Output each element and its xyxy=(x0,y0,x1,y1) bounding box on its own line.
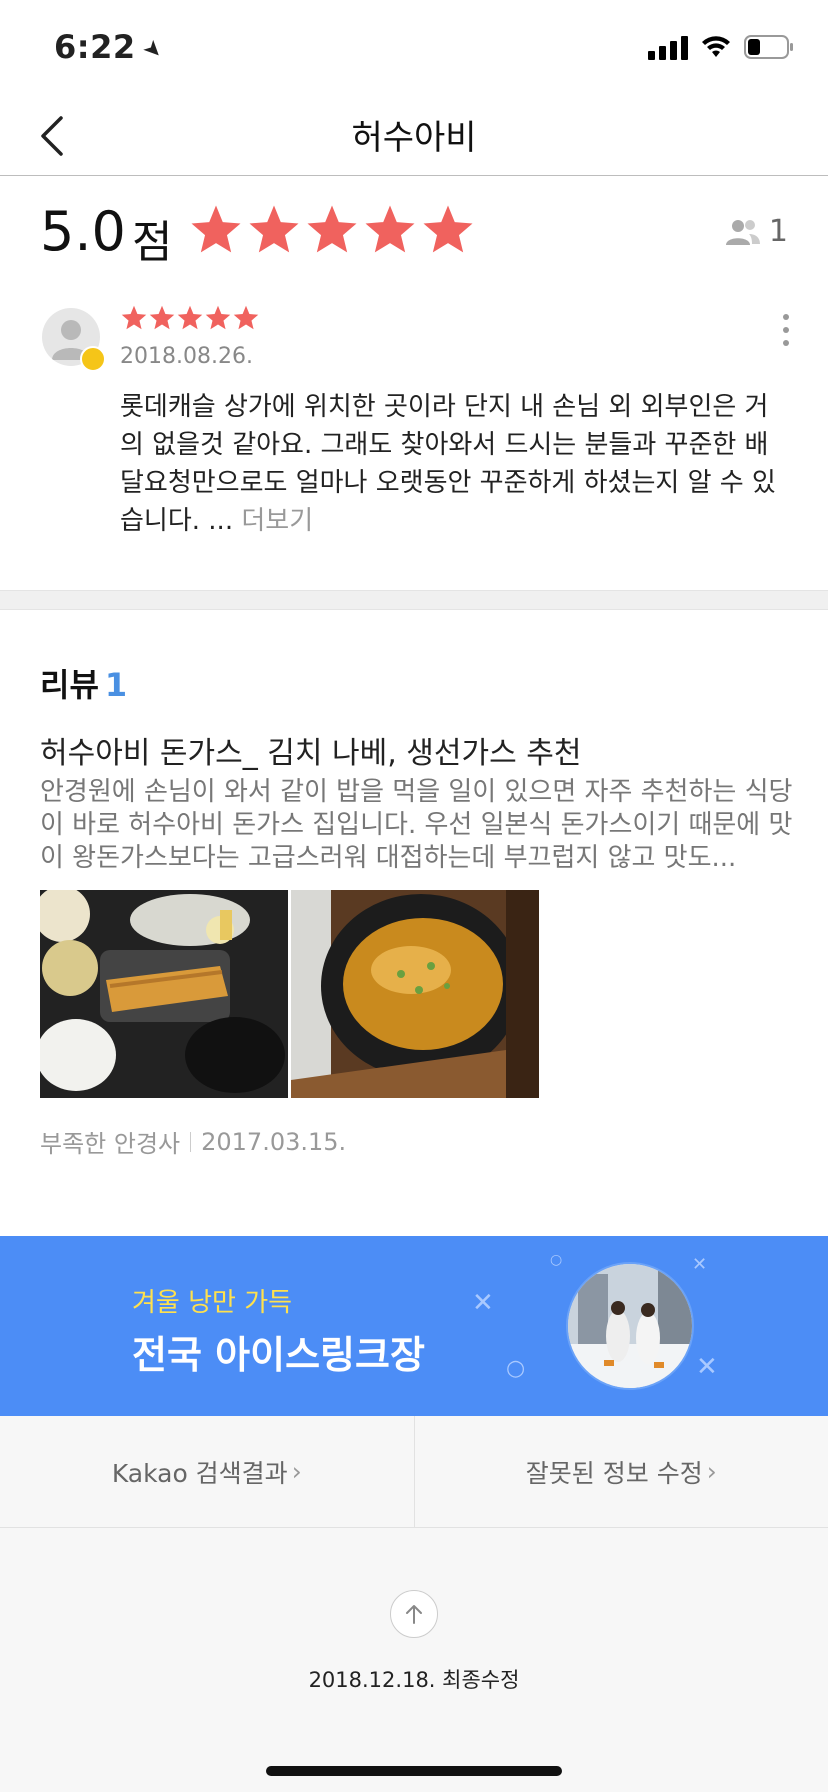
location-arrow-icon: ➤ xyxy=(136,34,169,66)
blog-author: 부족한 안경사 xyxy=(40,1130,181,1158)
report-error-label: 잘못된 정보 수정 xyxy=(525,1458,703,1488)
badge-icon xyxy=(80,346,106,372)
last-modified-date: 2018.12.18. 최종수정 xyxy=(308,1668,520,1692)
sparkle-icon: ✕ xyxy=(696,1352,718,1382)
blog-review-section: 리뷰 1 허수아비 돈가스_ 김치 나베, 생선가스 추천 안경원에 손님이 와서… xyxy=(0,610,828,1235)
status-bar: 6:22➤ xyxy=(0,0,828,96)
sparkle-icon: ○ xyxy=(550,1252,563,1268)
nav-bar: 허수아비 xyxy=(0,96,828,176)
cellular-signal-icon xyxy=(648,34,688,60)
banner-subtitle: 겨울 낭만 가득 xyxy=(132,1288,293,1318)
blog-post-excerpt[interactable]: 안경원에 손님이 와서 같이 밥을 먹을 일이 있으면 자주 추천하는 식당이 … xyxy=(40,776,800,876)
reviewer-count-value: 1 xyxy=(768,214,788,249)
kakao-search-link[interactable]: Kakao 검색결과 › xyxy=(0,1416,414,1527)
star-icon xyxy=(233,305,259,330)
meta-separator xyxy=(190,1131,192,1152)
star-icon xyxy=(307,205,357,253)
food-photo-kimchi-nabe[interactable] xyxy=(291,890,539,1098)
read-more-link[interactable]: 더보기 xyxy=(241,506,313,536)
promo-banner[interactable]: 겨울 낭만 가득 전국 아이스링크장 ✕ ○ ○ ✕ ✕ xyxy=(0,1236,828,1416)
rating-unit: 점 xyxy=(132,217,173,268)
blog-meta: 부족한 안경사 2017.03.15. xyxy=(40,1124,346,1159)
review-text: 롯데캐슬 상가에 위치한 곳이라 단지 내 손님 외 외부인은 거의 없을것 같… xyxy=(120,388,790,540)
people-icon xyxy=(725,219,760,245)
wifi-icon xyxy=(700,35,732,59)
review-stars xyxy=(120,304,260,332)
chevron-right-icon: › xyxy=(291,1457,302,1486)
star-icon xyxy=(121,305,147,330)
banner-photo xyxy=(566,1262,694,1390)
report-error-link[interactable]: 잘못된 정보 수정 › xyxy=(413,1416,828,1527)
star-icon xyxy=(149,305,175,330)
scroll-top-button[interactable] xyxy=(390,1590,438,1638)
review-body: 롯데캐슬 상가에 위치한 곳이라 단지 내 손님 외 외부인은 거의 없을것 같… xyxy=(120,392,776,536)
arrow-up-icon xyxy=(406,1605,422,1624)
reviewer-count: 1 xyxy=(725,214,788,249)
section-title-label: 리뷰 xyxy=(40,666,99,704)
star-icon xyxy=(423,205,473,253)
review-date: 2018.08.26. xyxy=(120,344,253,369)
sparkle-icon: ○ xyxy=(506,1356,526,1381)
review-count: 1 xyxy=(104,666,128,704)
star-icon xyxy=(205,305,231,330)
blog-post-title[interactable]: 허수아비 돈가스_ 김치 나베, 생선가스 추천 xyxy=(40,728,581,772)
section-title: 리뷰 1 xyxy=(40,660,127,706)
sparkle-icon: ✕ xyxy=(692,1254,708,1275)
blog-image-row xyxy=(40,890,539,1098)
star-icon xyxy=(365,205,415,253)
status-time: 6:22 xyxy=(54,28,136,66)
chevron-right-icon: › xyxy=(706,1457,717,1486)
footer-links: Kakao 검색결과 › 잘못된 정보 수정 › xyxy=(0,1416,828,1528)
rating-stars xyxy=(188,202,476,258)
star-icon xyxy=(191,205,241,253)
blog-date: 2017.03.15. xyxy=(201,1127,347,1156)
banner-title: 전국 아이스링크장 xyxy=(132,1333,425,1377)
section-divider xyxy=(0,590,828,610)
page-title: 허수아비 xyxy=(351,118,477,158)
kakao-search-label: Kakao 검색결과 xyxy=(111,1458,288,1488)
more-options-icon[interactable] xyxy=(774,314,798,346)
food-photo-tonkatsu[interactable] xyxy=(40,890,288,1098)
sparkle-icon: ✕ xyxy=(472,1288,494,1318)
battery-icon xyxy=(744,35,794,59)
home-indicator[interactable] xyxy=(266,1766,562,1776)
rating-score: 5.0 xyxy=(40,200,126,263)
star-icon xyxy=(249,205,299,253)
rating-summary: 5.0 점 1 xyxy=(0,176,828,288)
page-footer: 2018.12.18. 최종수정 xyxy=(0,1528,828,1792)
star-icon xyxy=(177,305,203,330)
